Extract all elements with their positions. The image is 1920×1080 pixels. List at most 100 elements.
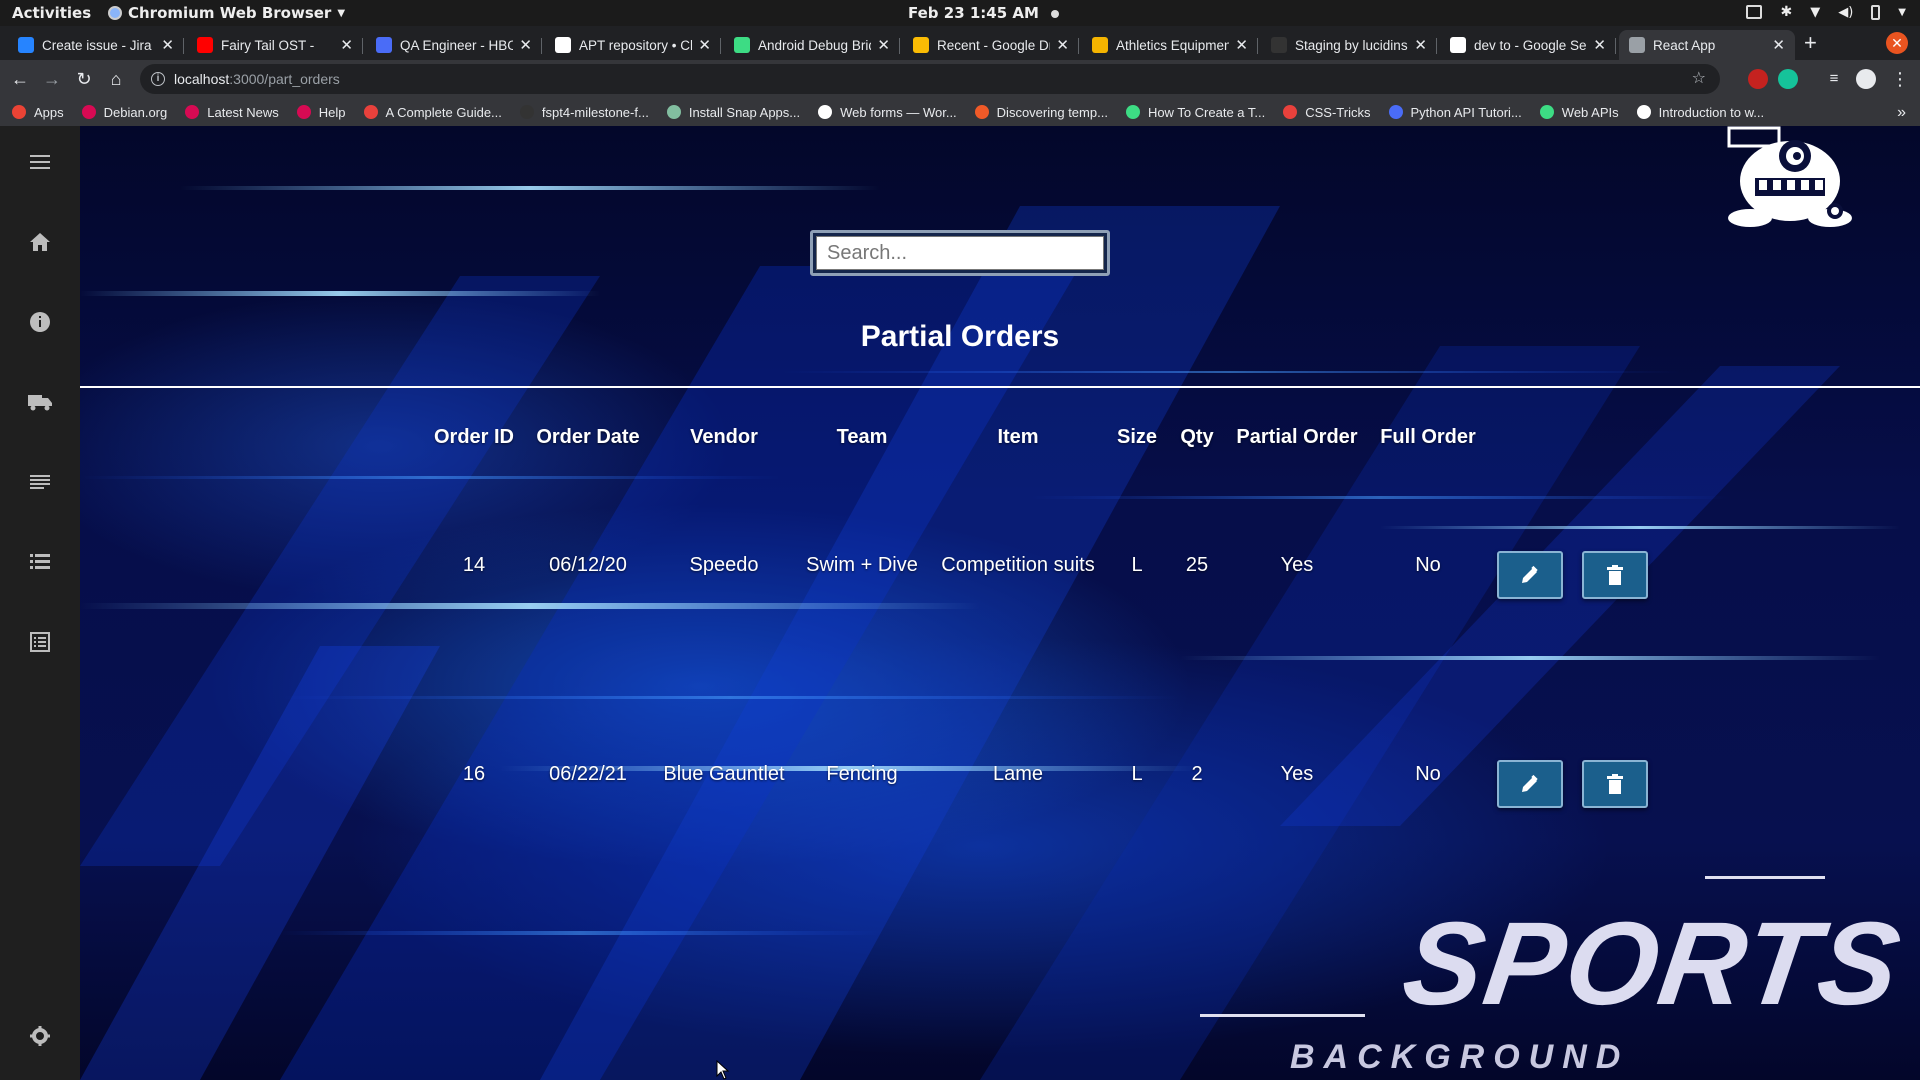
tab-title: dev to - Google Sea (1474, 37, 1588, 53)
bookmarks-bar: Apps Debian.org Latest News Help A Complete … (0, 98, 1920, 126)
tab-close-icon[interactable]: ✕ (877, 36, 890, 54)
bookmark-label: Web forms — Wor... (840, 104, 957, 120)
tab-title: Athletics Equipmen (1116, 37, 1230, 53)
bookmark-item[interactable]: Introduction to w... (1636, 105, 1764, 120)
activities-button[interactable]: Activities (12, 4, 91, 22)
truck-icon[interactable] (28, 390, 52, 414)
browser-tab[interactable]: Fairy Tail OST - ✕ (187, 30, 363, 60)
tab-close-icon[interactable]: ✕ (1235, 36, 1248, 54)
browser-tab[interactable]: Recent - Google Dri ✕ (903, 30, 1079, 60)
browser-tab[interactable]: dev to - Google Sea ✕ (1440, 30, 1616, 60)
search-box (810, 230, 1110, 276)
browser-menu-icon[interactable]: ⋮ (1888, 67, 1912, 91)
list-bulleted-icon[interactable] (28, 550, 52, 574)
window-close-button[interactable]: ✕ (1886, 32, 1908, 54)
browser-toolbar: ← → ↻ ⌂ i localhost:3000/part_orders ☆ ≡… (0, 60, 1920, 98)
bookmark-label: A Complete Guide... (385, 104, 502, 120)
bookmark-item[interactable]: Install Snap Apps... (666, 105, 800, 120)
browser-tab[interactable]: React App ✕ (1619, 30, 1795, 60)
tab-close-icon[interactable]: ✕ (1056, 36, 1069, 54)
bookmark-label: fspt4-milestone-f... (541, 104, 649, 120)
browser-tab[interactable]: Athletics Equipmen ✕ (1082, 30, 1258, 60)
browser-tab[interactable]: APT repository • Ch ✕ (545, 30, 721, 60)
back-button[interactable]: ← (8, 67, 32, 91)
tab-close-icon[interactable]: ✕ (1593, 36, 1606, 54)
search-input[interactable] (816, 236, 1104, 270)
browser-tab[interactable]: QA Engineer - HBO ✕ (366, 30, 542, 60)
column-header-full-order[interactable]: Full Order (1380, 426, 1476, 449)
bookmark-item[interactable]: Latest News (185, 105, 279, 120)
column-header-item[interactable]: Item (997, 426, 1038, 449)
tab-close-icon[interactable]: ✕ (1414, 36, 1427, 54)
tab-title: APT repository • Ch (579, 37, 693, 53)
window-switcher-icon (1746, 5, 1763, 19)
tab-close-icon[interactable]: ✕ (698, 36, 711, 54)
site-info-icon[interactable]: i (151, 72, 165, 86)
system-tray[interactable]: ✱ ▼ ◀) ▼ (1746, 4, 1906, 20)
bookmark-item[interactable]: Python API Tutori... (1388, 105, 1522, 120)
more-bookmarks-icon[interactable]: » (1897, 104, 1906, 122)
column-header-size[interactable]: Size (1117, 426, 1157, 449)
column-header-order-id[interactable]: Order ID (434, 426, 514, 449)
bookmark-item[interactable]: Debian.org (81, 104, 168, 120)
gear-icon[interactable] (28, 1024, 52, 1048)
app-menu[interactable]: Chromium Web Browser ▼ (108, 4, 345, 22)
bookmark-item[interactable]: CSS-Tricks (1283, 104, 1371, 120)
column-header-order-date[interactable]: Order Date (536, 426, 639, 449)
system-menu-chevron-icon: ▼ (1898, 6, 1906, 18)
home-icon[interactable] (28, 230, 52, 254)
bookmark-item[interactable]: Web APIs (1539, 105, 1619, 120)
column-header-qty[interactable]: Qty (1180, 426, 1213, 449)
home-button[interactable]: ⌂ (104, 67, 128, 91)
form-list-icon[interactable] (28, 630, 52, 654)
edit-button[interactable] (1497, 760, 1563, 808)
tab-separator (899, 38, 900, 54)
tab-separator (720, 38, 721, 54)
bookmark-star-icon[interactable]: ☆ (1692, 64, 1706, 94)
tab-close-icon[interactable]: ✕ (519, 36, 532, 54)
bookmark-label: Debian.org (103, 104, 168, 120)
extension-icon[interactable] (1748, 69, 1768, 89)
sidebar-nav (0, 126, 80, 1080)
new-tab-button[interactable]: + (1804, 30, 1817, 56)
cell-full-order: No (1415, 554, 1441, 576)
bookmark-item[interactable]: How To Create a T... (1125, 105, 1265, 120)
tab-close-icon[interactable]: ✕ (1772, 36, 1785, 54)
browser-tab[interactable]: Create issue - Jira ✕ (8, 30, 184, 60)
delete-button[interactable] (1582, 760, 1648, 808)
browser-tab[interactable]: Staging by lucidins ✕ (1261, 30, 1437, 60)
media-controls-icon[interactable]: ≡ (1822, 67, 1846, 91)
tab-close-icon[interactable]: ✕ (161, 36, 174, 54)
forward-button[interactable]: → (40, 67, 64, 91)
grammarly-icon[interactable] (1778, 69, 1798, 89)
bookmark-favicon-icon (974, 105, 989, 119)
bookmark-item[interactable]: Help (296, 105, 346, 120)
reload-button[interactable]: ↻ (72, 67, 96, 91)
bookmark-item[interactable]: Web forms — Wor... (818, 105, 957, 120)
browser-tab[interactable]: Android Debug Brid ✕ (724, 30, 900, 60)
bookmark-label: CSS-Tricks (1305, 104, 1371, 120)
column-header-partial-order[interactable]: Partial Order (1236, 426, 1357, 449)
bookmark-item[interactable]: Apps (12, 105, 64, 120)
bookmark-item[interactable]: fspt4-milestone-f... (519, 104, 649, 120)
tab-close-icon[interactable]: ✕ (340, 36, 353, 54)
profile-avatar-icon[interactable] (1856, 69, 1876, 89)
chevron-down-icon: ▼ (337, 7, 346, 19)
delete-button[interactable] (1582, 551, 1648, 599)
cell-vendor: Speedo (689, 554, 759, 576)
clock[interactable]: Feb 23 1:45 AM (908, 4, 1059, 22)
column-header-vendor[interactable]: Vendor (690, 426, 758, 449)
bookmark-favicon-icon (296, 105, 311, 119)
column-header-team[interactable]: Team (837, 426, 888, 449)
favicon-icon (197, 37, 213, 53)
edit-icon (1522, 774, 1538, 792)
info-icon[interactable] (28, 310, 52, 334)
cell-item: Lame (992, 763, 1044, 785)
address-bar[interactable]: i localhost:3000/part_orders ☆ (140, 64, 1720, 94)
bookmark-item[interactable]: A Complete Guide... (363, 104, 502, 120)
list-icon[interactable] (28, 470, 52, 494)
cell-size: L (1131, 554, 1143, 576)
menu-icon[interactable] (28, 150, 52, 174)
bookmark-item[interactable]: Discovering temp... (974, 105, 1108, 120)
edit-button[interactable] (1497, 551, 1563, 599)
